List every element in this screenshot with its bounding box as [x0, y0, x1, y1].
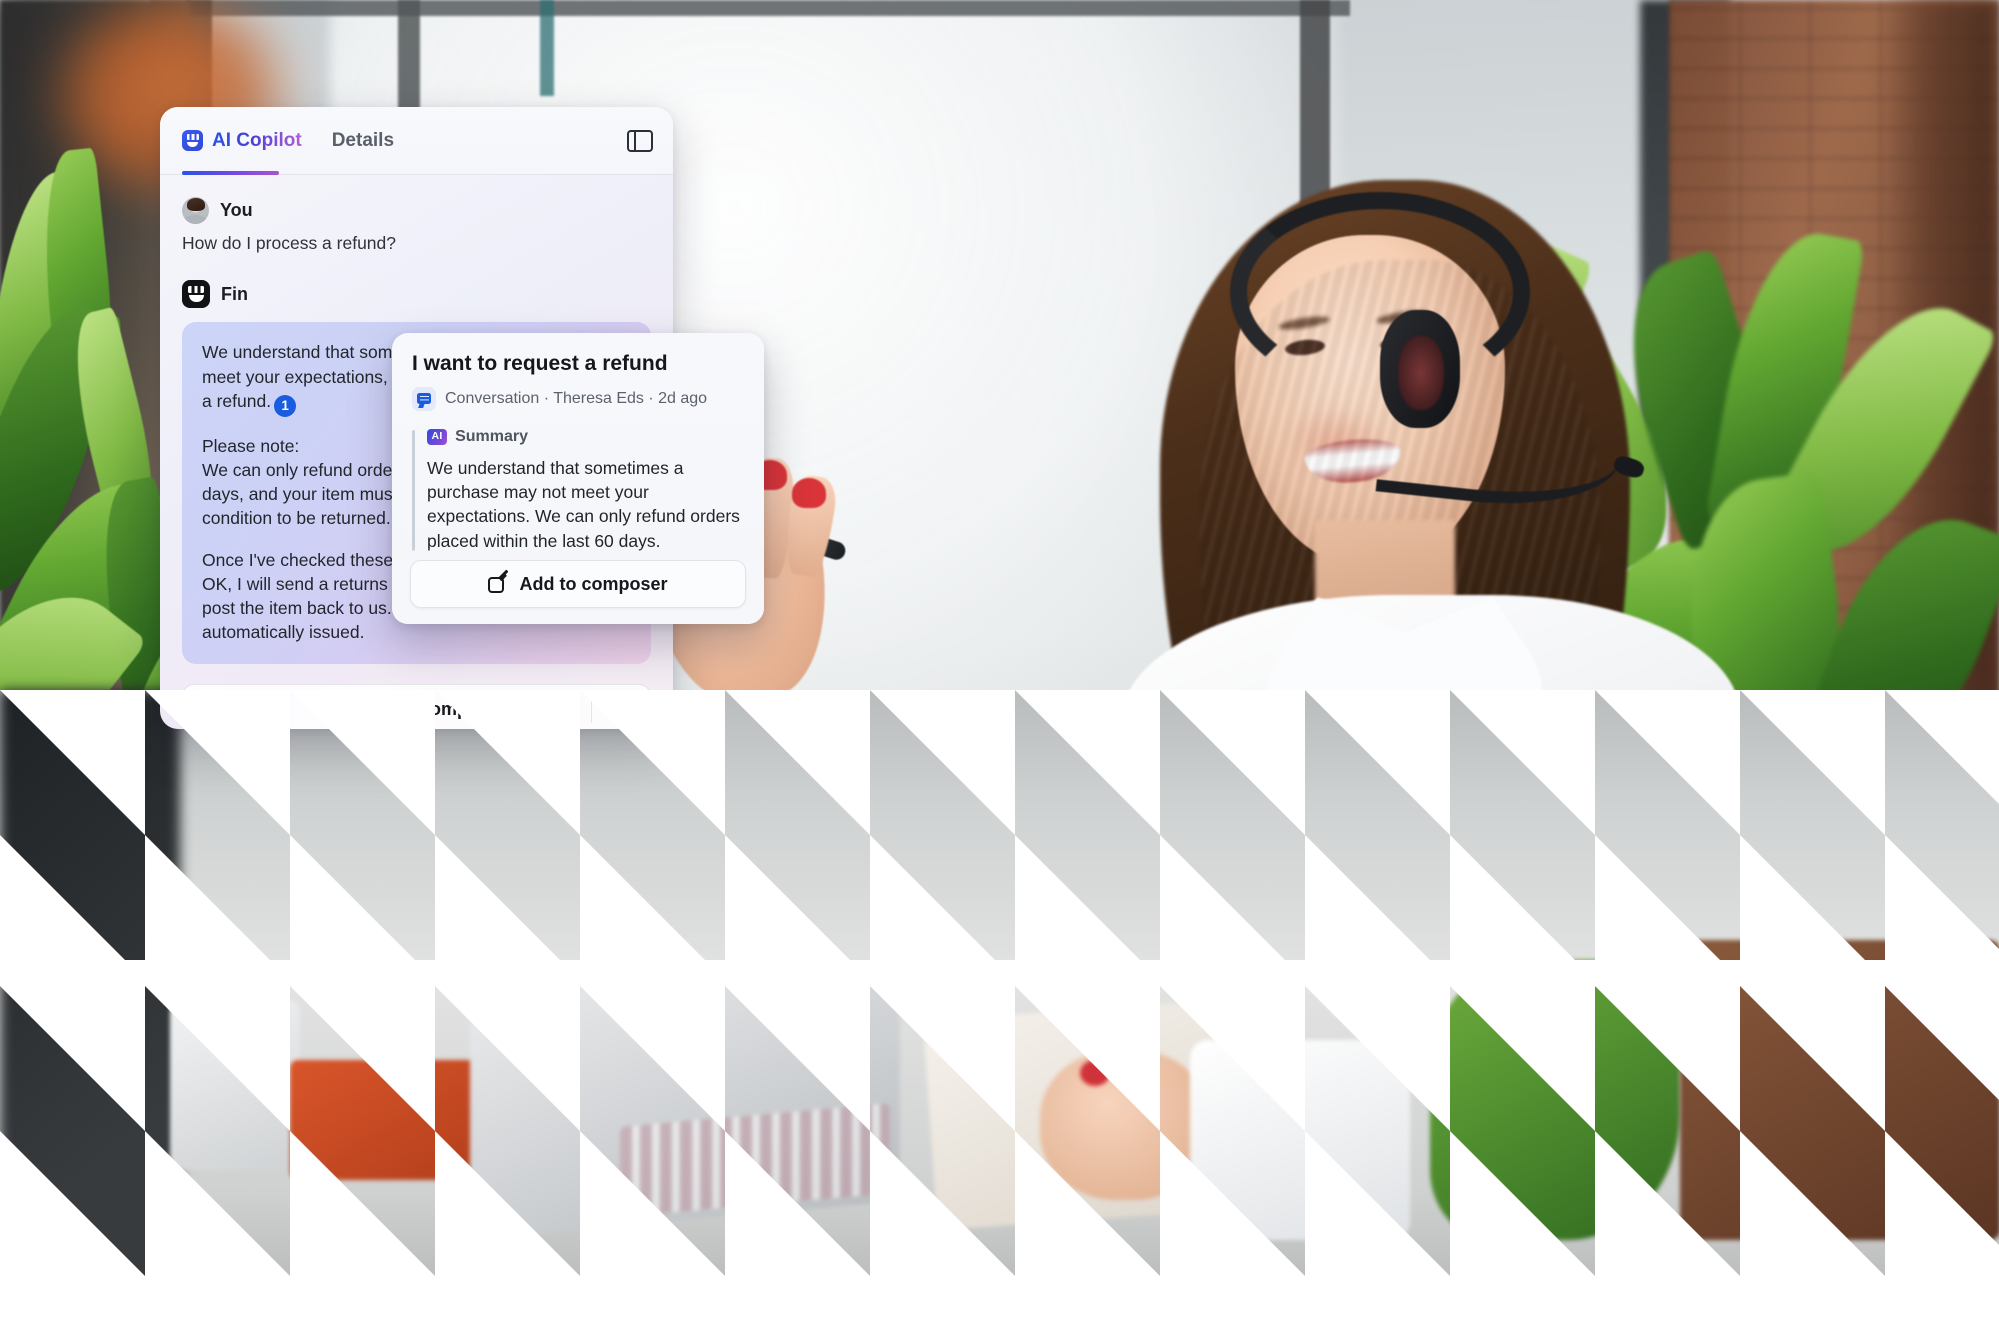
summary-text: We understand that sometimes a purchase …: [427, 458, 740, 551]
summary-header: AI Summary: [427, 428, 744, 446]
popup-meta-row: Conversation · Theresa Eds · 2d ago: [412, 387, 744, 412]
panel-header: AI Copilot Details: [160, 107, 673, 175]
desk-wood-panel: [1680, 940, 1999, 1240]
compose-icon: [488, 569, 509, 594]
desk-hand: [1040, 1050, 1210, 1200]
ai-badge: AI: [427, 429, 448, 445]
window-frame-teal: [540, 0, 554, 96]
fin-avatar: [182, 280, 210, 309]
chevron-down-icon[interactable]: [611, 698, 629, 716]
popup-footer: Add to composer: [392, 548, 764, 624]
conversation-icon: [412, 387, 436, 412]
fin-logo-icon: [182, 130, 203, 151]
popup-add-to-composer-button[interactable]: Add to composer: [410, 560, 746, 608]
popup-add-to-composer-label: Add to composer: [519, 573, 668, 594]
desk-shadow-left: [0, 690, 180, 1335]
message-author: You: [220, 200, 253, 220]
screenshot-stage: AI Copilot Details You How do I process …: [0, 0, 1999, 1335]
desk-shirt-cuff: [1190, 1040, 1410, 1240]
popup-meta-text: Conversation · Theresa Eds · 2d ago: [445, 390, 708, 408]
tab-details[interactable]: Details: [332, 107, 394, 174]
popup-title: I want to request a refund: [412, 352, 668, 375]
tab-details-label: Details: [331, 129, 395, 151]
compose-icon: [326, 694, 348, 719]
button-divider: [591, 695, 592, 724]
tab-ai-copilot[interactable]: AI Copilot: [182, 107, 302, 174]
fingernail: [792, 478, 826, 508]
citation-badge[interactable]: 1: [274, 394, 297, 417]
message-header-fin: Fin: [182, 280, 651, 309]
user-avatar: [182, 197, 209, 224]
message-header-you: You: [182, 197, 651, 224]
summary-label: Summary: [455, 428, 529, 446]
add-to-composer-button[interactable]: Add to composer: [182, 684, 651, 729]
user-question-text: How do I process a refund?: [182, 233, 397, 253]
desk-cup: [170, 1000, 300, 1170]
desk-fingernail: [1080, 1060, 1110, 1086]
window-frame-horizontal: [150, 0, 1350, 16]
popup-content: I want to request a refund Conversation …: [392, 333, 764, 553]
desk-notebook: [290, 1060, 480, 1180]
summary-block: AI Summary We understand that sometimes …: [412, 428, 744, 553]
desk-plant: [1430, 960, 1680, 1240]
message-author: Fin: [221, 283, 248, 304]
tab-ai-copilot-label: AI Copilot: [212, 129, 302, 151]
sidebar-panel-icon[interactable]: [627, 129, 653, 152]
add-to-composer-label: Add to composer: [357, 698, 506, 719]
source-preview-popup: I want to request a refund Conversation …: [392, 333, 764, 624]
